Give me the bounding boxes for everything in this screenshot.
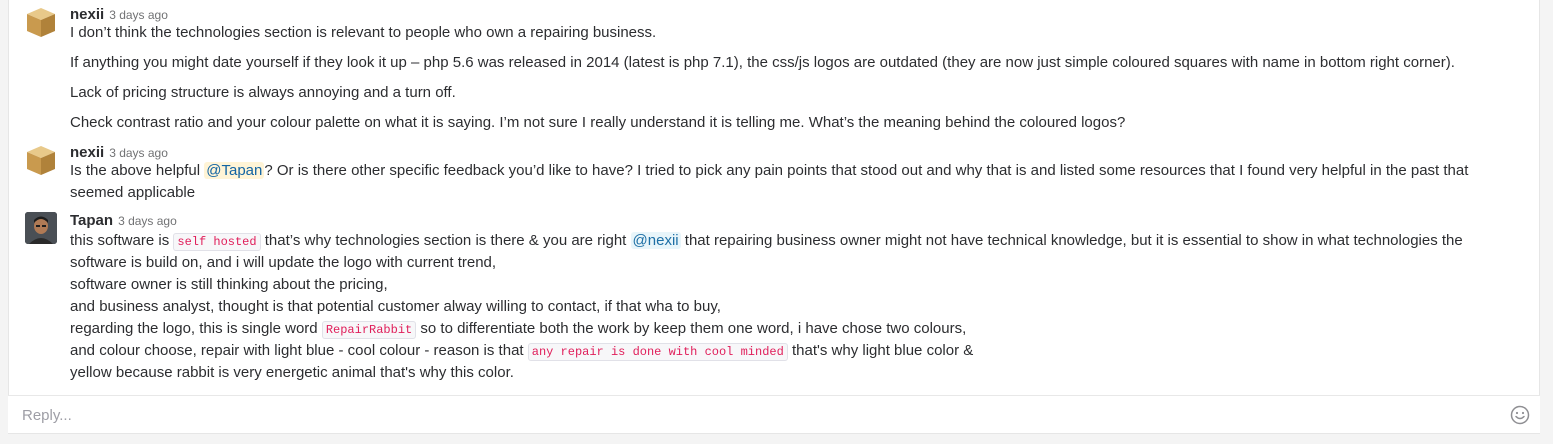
user-photo-icon <box>25 212 57 244</box>
text-segment: and colour choose, repair with light blu… <box>70 342 528 359</box>
message-header: Tapan 3 days ago <box>70 212 177 230</box>
message-text: If anything you might date yourself if t… <box>70 54 1455 71</box>
text-segment: ? Or is there other specific feedback yo… <box>264 162 1469 179</box>
smiley-icon[interactable] <box>1510 405 1530 425</box>
reply-input[interactable] <box>20 406 1484 425</box>
timestamp[interactable]: 3 days ago <box>118 214 177 228</box>
inline-code: RepairRabbit <box>321 321 417 339</box>
thread-panel: nexii 3 days ago I don’t think the techno… <box>8 0 1540 434</box>
text-segment: so to differentiate both the work by kee… <box>416 320 967 337</box>
inline-code: self hosted <box>173 233 261 251</box>
text-segment: that repairing business owner might not … <box>680 232 1463 249</box>
author-name[interactable]: nexii <box>70 144 104 161</box>
message-text: yellow because rabbit is very energetic … <box>70 364 514 381</box>
message-text: software is build on, and i will update … <box>70 254 497 271</box>
message-text: this software is self hosted that’s why … <box>70 230 1463 253</box>
message-text: and business analyst, thought is that po… <box>70 298 721 315</box>
message-text: I don’t think the technologies section i… <box>70 24 657 41</box>
message-text: Is the above helpful @Tapan? Or is there… <box>70 160 1468 182</box>
avatar[interactable] <box>25 212 57 244</box>
message-text: regarding the logo, this is single word … <box>70 318 966 341</box>
text-segment: that’s why technologies section is there… <box>260 232 631 249</box>
text-segment: regarding the logo, this is single word <box>70 320 322 337</box>
text-segment: this software is <box>70 232 174 249</box>
message-text: software owner is still thinking about t… <box>70 276 388 293</box>
avatar[interactable] <box>25 6 57 38</box>
timestamp[interactable]: 3 days ago <box>109 8 168 22</box>
message-text: Check contrast ratio and your colour pal… <box>70 114 1126 131</box>
author-name[interactable]: nexii <box>70 6 104 23</box>
mention-tapan[interactable]: @Tapan <box>204 162 265 179</box>
box-avatar-icon <box>27 146 55 175</box>
reply-bar <box>8 395 1540 433</box>
timestamp[interactable]: 3 days ago <box>109 146 168 160</box>
text-segment: Is the above helpful <box>70 162 205 179</box>
message-text: Lack of pricing structure is always anno… <box>70 84 456 101</box>
text-segment: that's why light blue color & <box>787 342 974 359</box>
inline-code: any repair is done with cool minded <box>527 343 788 361</box>
box-avatar-icon <box>27 8 55 37</box>
avatar[interactable] <box>25 144 57 176</box>
author-name[interactable]: Tapan <box>70 212 113 229</box>
message-text: and colour choose, repair with light blu… <box>70 340 973 363</box>
message-text: seemed applicable <box>70 184 196 201</box>
mention-nexii[interactable]: @nexii <box>630 232 681 249</box>
